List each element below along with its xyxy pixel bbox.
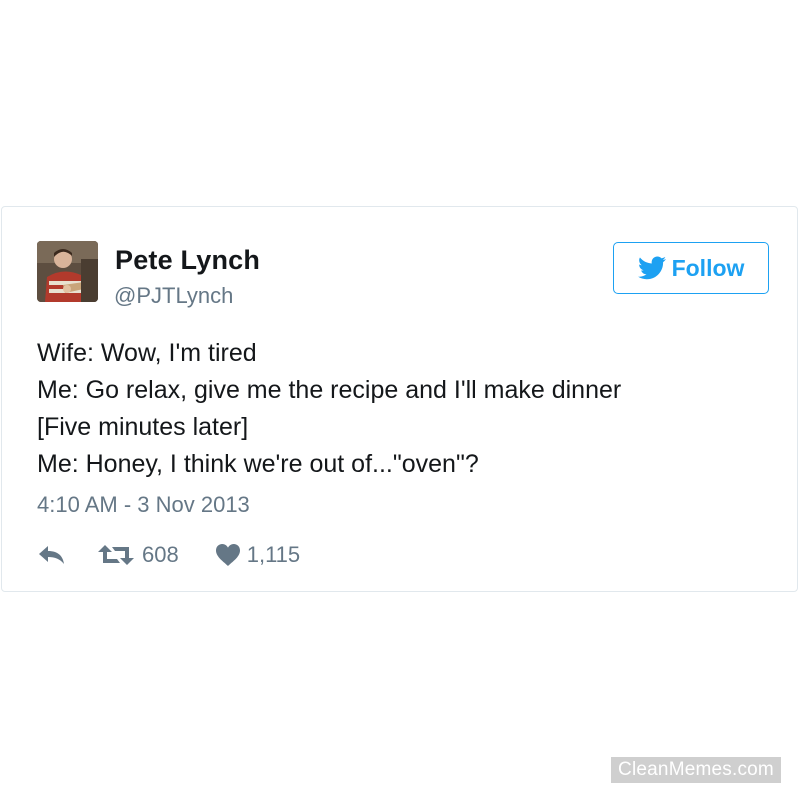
retweet-count: 608 — [142, 542, 179, 567]
reply-icon — [39, 546, 64, 564]
tweet-text: Wife: Wow, I'm tired Me: Go relax, give … — [37, 335, 777, 483]
tweet-timestamp[interactable]: 4:10 AM - 3 Nov 2013 — [37, 492, 250, 518]
tweet-card: Pete Lynch @PJTLynch Follow Wife: Wow, I… — [1, 206, 798, 592]
heart-icon — [215, 544, 240, 566]
avatar[interactable] — [37, 241, 98, 302]
tweet-line: Me: Go relax, give me the recipe and I'l… — [37, 376, 622, 404]
like-button[interactable]: 1,115 — [215, 542, 300, 568]
tweet-line: [Five minutes later] — [37, 413, 249, 441]
profile-photo-icon — [37, 241, 98, 302]
tweet-line: Wife: Wow, I'm tired — [37, 339, 257, 367]
author-handle[interactable]: @PJTLynch — [114, 283, 233, 309]
tweet-actions: 608 1,115 — [38, 540, 300, 570]
retweet-icon — [98, 545, 134, 565]
like-count: 1,115 — [246, 542, 301, 567]
retweet-button[interactable]: 608 — [96, 542, 179, 568]
watermark-label: CleanMemes.com — [611, 757, 781, 783]
follow-label: Follow — [671, 254, 745, 281]
author-name[interactable]: Pete Lynch — [115, 245, 260, 276]
reply-button[interactable] — [38, 544, 66, 566]
twitter-bird-icon — [637, 256, 666, 280]
tweet-line: Me: Honey, I think we're out of..."oven"… — [37, 450, 479, 478]
follow-button[interactable]: Follow — [613, 242, 769, 294]
